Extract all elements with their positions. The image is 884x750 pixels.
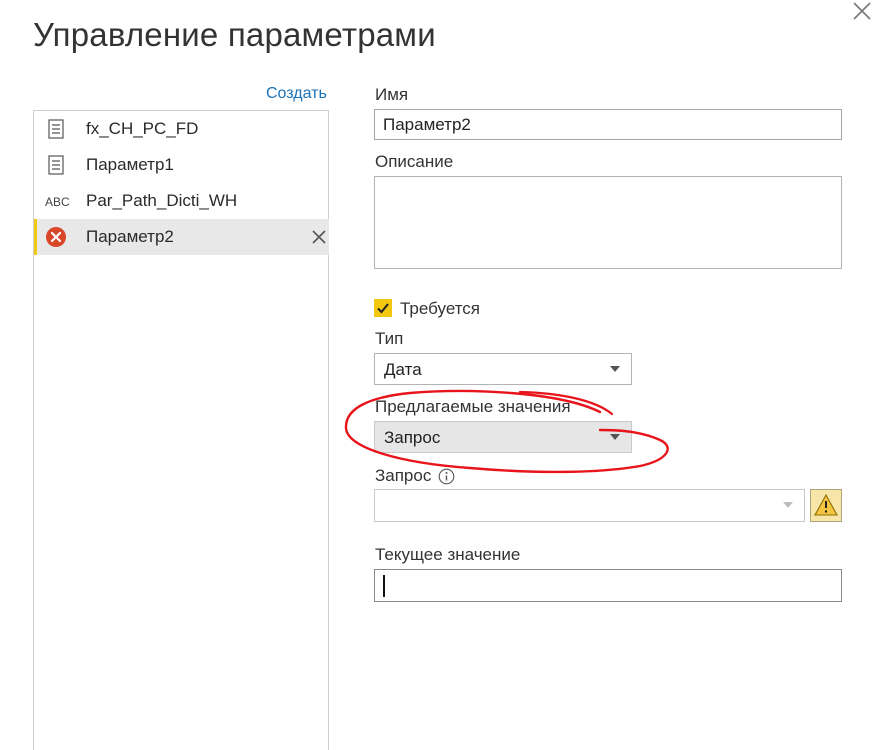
table-icon [45,154,67,176]
warning-button[interactable] [810,489,842,522]
required-label: Требуется [400,299,481,318]
info-icon[interactable] [438,468,455,485]
error-icon [45,226,67,248]
chevron-down-icon [610,434,620,440]
list-item-label: Параметр2 [86,227,174,246]
name-label: Имя [375,85,409,104]
current-value-input[interactable] [374,569,842,602]
list-item-parameter1[interactable]: Параметр1 [34,147,329,183]
parameters-list: fx_CH_PC_FD Параметр1 ABC Par_Path_Dicti… [33,110,329,750]
svg-text:ABC: ABC [45,195,70,209]
delete-icon[interactable] [310,228,328,246]
chevron-down-icon [783,502,793,508]
type-label: Тип [375,329,404,348]
text-caret [383,575,385,597]
list-item-fx-ch-pc-fd[interactable]: fx_CH_PC_FD [34,111,329,147]
create-parameter-link[interactable]: Создать [266,85,327,103]
suggested-values-label: Предлагаемые значения [375,397,571,416]
checkmark-icon [377,303,389,314]
name-input[interactable]: Параметр2 [374,109,842,140]
warning-icon [814,493,838,516]
type-select[interactable]: Дата [374,353,632,385]
query-select[interactable] [374,489,805,522]
list-item-label: Параметр1 [86,155,174,174]
required-checkbox[interactable] [374,299,392,317]
description-input[interactable] [374,176,842,269]
dialog-title: Управление параметрами [33,16,436,53]
chevron-down-icon [610,366,620,372]
type-select-value: Дата [384,360,422,379]
text-type-icon: ABC [45,190,70,212]
table-icon [45,118,67,140]
list-item-parameter2[interactable]: Параметр2 [34,219,329,255]
query-label: Запрос [375,466,432,485]
list-item-label: Par_Path_Dicti_WH [86,191,238,210]
suggested-values-select[interactable]: Запрос [374,421,632,453]
list-item-label: fx_CH_PC_FD [86,119,199,138]
close-icon[interactable] [851,0,873,22]
suggested-values-value: Запрос [384,428,441,447]
description-label: Описание [375,152,454,171]
current-value-label: Текущее значение [375,545,521,564]
list-item-par-path-dicti-wh[interactable]: ABC Par_Path_Dicti_WH [34,183,329,219]
